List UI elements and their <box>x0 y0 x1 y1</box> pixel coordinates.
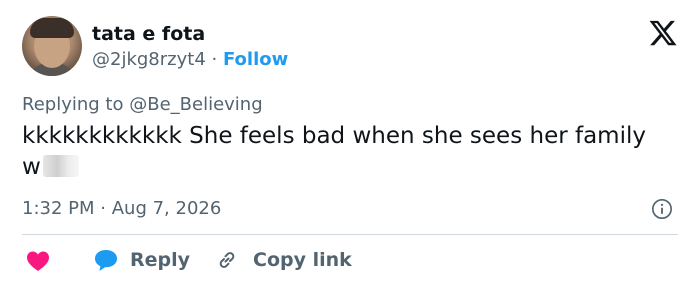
tweet-time: 1:32 PM <box>22 198 95 219</box>
link-icon[interactable] <box>215 248 239 272</box>
copy-link-button[interactable]: Copy link <box>253 247 352 273</box>
follow-button[interactable]: Follow <box>223 49 288 70</box>
divider <box>22 234 678 235</box>
replying-to: Replying to @Be_Believing <box>22 93 263 117</box>
info-icon[interactable] <box>651 198 673 220</box>
replying-to-mention[interactable]: @Be_Believing <box>129 94 262 115</box>
tweet-timestamp[interactable]: 1:32 PM · Aug 7, 2026 <box>22 197 221 221</box>
blurred-text <box>42 155 79 177</box>
timestamp-separator: · <box>100 198 106 219</box>
tweet-text-content: kkkkkkkkkkkk She feels bad when she sees… <box>22 123 646 180</box>
x-logo-icon[interactable] <box>648 18 678 48</box>
reply-button[interactable]: Reply <box>130 247 190 273</box>
tweet-card: tata e fota @2jkg8rzyt4 · Follow Replyin… <box>0 0 700 287</box>
replying-to-prefix: Replying to <box>22 94 124 115</box>
avatar[interactable] <box>22 16 82 76</box>
handle-separator: · <box>211 49 218 70</box>
author-handle-row: @2jkg8rzyt4 · Follow <box>92 48 288 72</box>
tweet-date: Aug 7, 2026 <box>111 198 222 219</box>
author-name[interactable]: tata e fota <box>92 22 205 46</box>
tweet-text: kkkkkkkkkkkk She feels bad when she sees… <box>22 121 672 183</box>
author-handle[interactable]: @2jkg8rzyt4 <box>92 49 206 70</box>
heart-icon[interactable] <box>26 250 50 272</box>
chat-bubble-icon[interactable] <box>93 248 119 272</box>
avatar-hair <box>30 18 74 38</box>
